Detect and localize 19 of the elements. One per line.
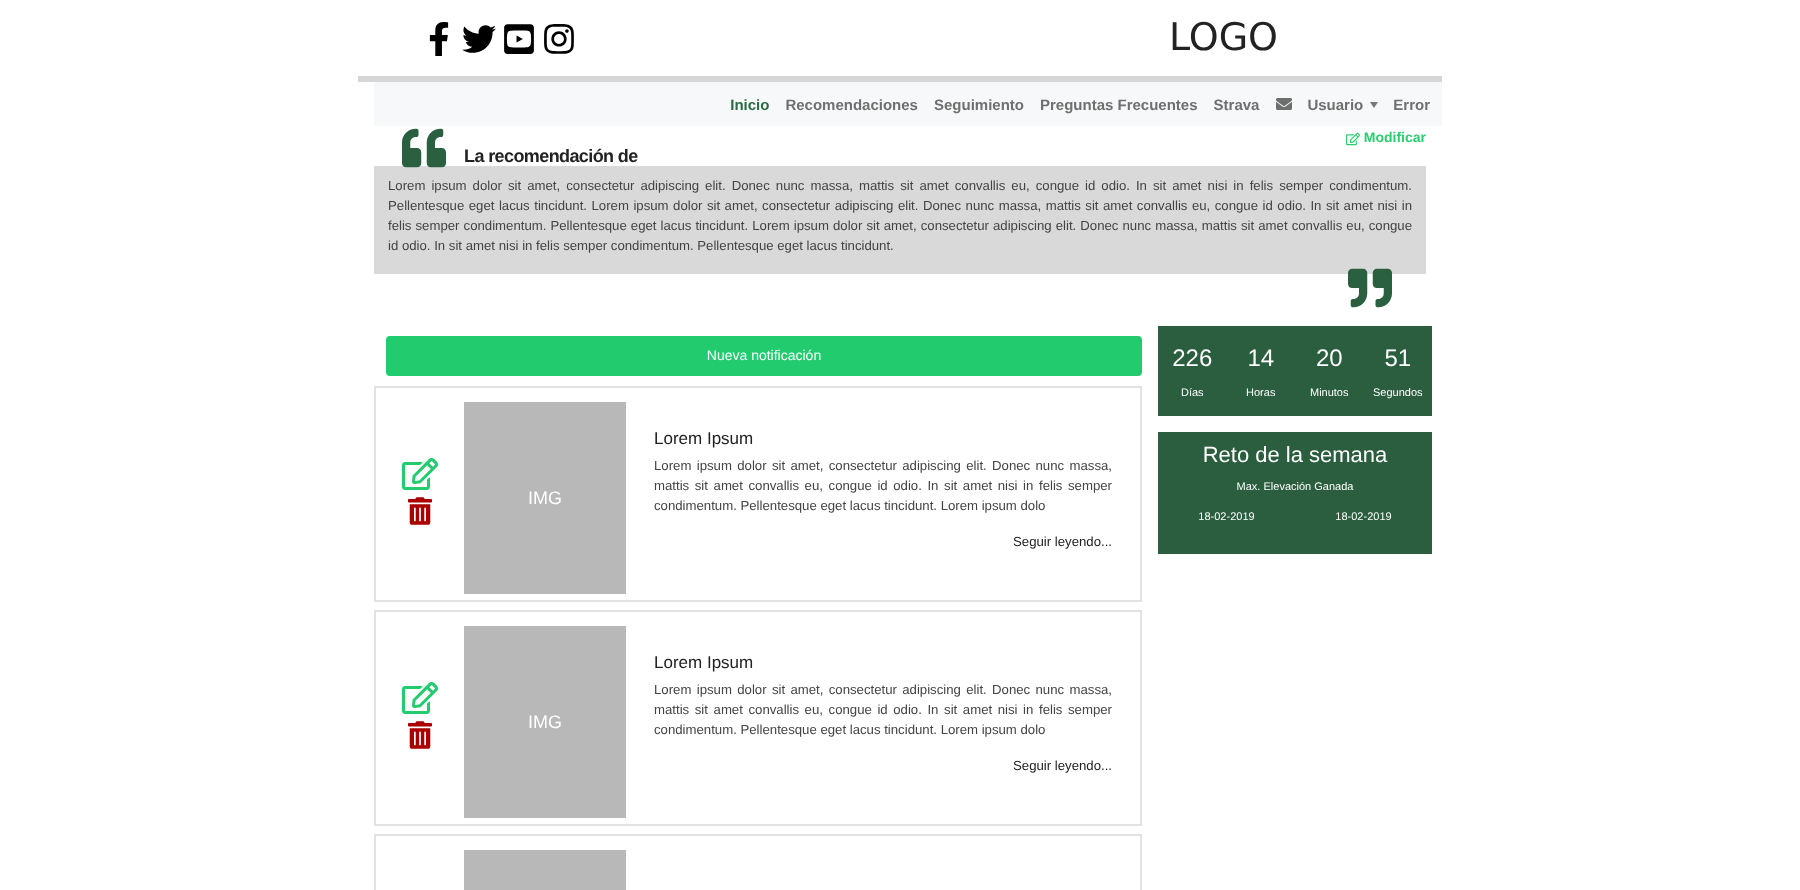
trash-icon[interactable] <box>408 496 432 526</box>
image-label: IMG <box>528 488 562 508</box>
countdown-value: 14 <box>1247 343 1275 371</box>
countdown-value: 51 <box>1384 343 1412 371</box>
card-title: Lorem Ipsum <box>654 652 756 672</box>
logo: LOGO <box>1168 16 1278 60</box>
card-title: Lorem Ipsum <box>654 428 756 448</box>
recommendation-title: La recomendación de <box>464 146 638 166</box>
image-label: IMG <box>528 712 562 732</box>
countdown-value: 20 <box>1315 343 1343 371</box>
trash-icon[interactable] <box>408 720 432 750</box>
twitter-icon[interactable] <box>462 21 496 55</box>
countdown-value: 226 <box>1172 343 1213 371</box>
mail-icon[interactable] <box>1275 96 1292 112</box>
edit-icon <box>1345 132 1360 146</box>
youtube-icon[interactable] <box>502 21 536 55</box>
challenge-title: Reto de la semana <box>1202 444 1388 468</box>
instagram-icon[interactable] <box>542 21 576 55</box>
quote-icon <box>1342 266 1398 310</box>
